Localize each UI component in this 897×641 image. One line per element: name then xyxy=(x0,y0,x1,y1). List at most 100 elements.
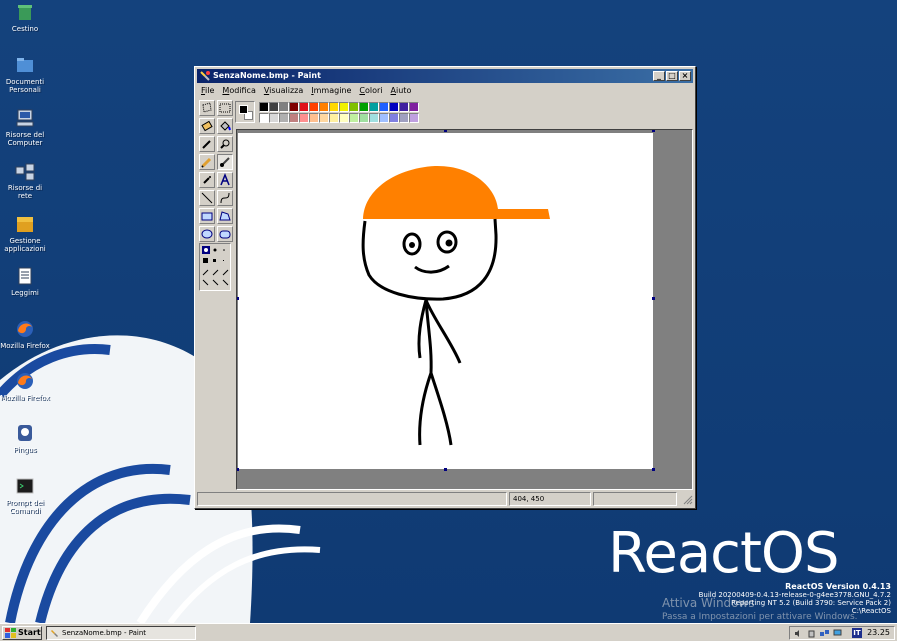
color-swatch[interactable] xyxy=(279,102,289,112)
desktop-icon-my-computer[interactable]: Risorse del Computer xyxy=(0,108,50,147)
airbrush-icon xyxy=(203,176,211,184)
body-left xyxy=(417,299,428,359)
menu-view[interactable]: Visualizza xyxy=(260,84,307,98)
canvas-area[interactable] xyxy=(236,129,693,490)
tool-text[interactable] xyxy=(217,172,233,188)
desktop-icon-recycle-bin[interactable]: Cestino xyxy=(0,2,50,33)
left-pupil xyxy=(409,242,415,248)
tool-rectangle[interactable] xyxy=(199,208,215,224)
color-swatch[interactable] xyxy=(299,113,309,123)
menu-help[interactable]: Aiuto xyxy=(387,84,416,98)
resize-handle-bottom-right[interactable] xyxy=(652,468,655,471)
color-swatch[interactable] xyxy=(309,113,319,123)
tool-curve[interactable] xyxy=(217,190,233,206)
tool-rounded-rect[interactable] xyxy=(217,226,233,242)
menu-file[interactable]: File xyxy=(197,84,218,98)
magnifier-icon xyxy=(220,139,230,149)
color-swatch[interactable] xyxy=(339,102,349,112)
color-swatch[interactable] xyxy=(399,102,409,112)
resize-handle-bottom-left[interactable] xyxy=(237,468,239,471)
language-indicator[interactable]: IT xyxy=(852,628,862,638)
color-swatch[interactable] xyxy=(289,113,299,123)
clock[interactable]: 23.25 xyxy=(867,627,890,639)
minimize-button[interactable]: _ xyxy=(653,71,665,81)
color-swatch[interactable] xyxy=(339,113,349,123)
title-bar[interactable]: SenzaNome.bmp - Paint _ □ × xyxy=(197,69,693,83)
start-button[interactable]: Start xyxy=(2,626,42,640)
color-swatch[interactable] xyxy=(349,102,359,112)
color-swatch[interactable] xyxy=(379,102,389,112)
tool-color-picker[interactable] xyxy=(199,136,215,152)
resize-handle-left[interactable] xyxy=(237,297,239,300)
color-swatch[interactable] xyxy=(289,102,299,112)
desktop-icon-firefox-2[interactable]: Mozilla Firefox xyxy=(0,371,50,402)
color-swatch[interactable] xyxy=(389,102,399,112)
free-select-icon xyxy=(202,102,212,113)
maximize-icon: □ xyxy=(668,71,676,80)
taskbar-item-paint[interactable]: SenzaNome.bmp - Paint xyxy=(46,626,196,640)
desktop-icon-app-manager[interactable]: Gestione applicazioni xyxy=(0,214,50,253)
tool-line[interactable] xyxy=(199,190,215,206)
display-tray-icon[interactable] xyxy=(833,629,842,638)
menu-edit[interactable]: Modifica xyxy=(218,84,259,98)
color-swatch[interactable] xyxy=(379,113,389,123)
color-swatch[interactable] xyxy=(259,102,269,112)
network-tray-icon[interactable] xyxy=(820,629,829,638)
resize-handle-top[interactable] xyxy=(444,130,447,132)
tool-polygon[interactable] xyxy=(217,208,233,224)
color-swatch[interactable] xyxy=(409,113,419,123)
color-swatch[interactable] xyxy=(269,113,279,123)
resize-handle-top-right[interactable] xyxy=(652,130,655,132)
color-swatch[interactable] xyxy=(279,113,289,123)
resize-handle-bottom[interactable] xyxy=(444,468,447,471)
tool-brush[interactable] xyxy=(217,154,233,170)
color-swatch[interactable] xyxy=(269,102,279,112)
tool-free-select[interactable] xyxy=(199,100,215,116)
color-swatch[interactable] xyxy=(349,113,359,123)
color-swatch[interactable] xyxy=(359,102,369,112)
tool-ellipse[interactable] xyxy=(199,226,215,242)
desktop-icon-pingus[interactable]: Pingus xyxy=(0,423,50,454)
menu-bar: File Modifica Visualizza Immagine Colori Aiut… xyxy=(197,84,693,98)
current-colors[interactable] xyxy=(235,101,255,123)
tool-options[interactable] xyxy=(199,243,231,291)
color-swatch[interactable] xyxy=(389,113,399,123)
tool-rect-select[interactable] xyxy=(217,100,233,116)
volume-icon[interactable] xyxy=(794,629,803,638)
color-swatch[interactable] xyxy=(369,102,379,112)
resize-handle-right[interactable] xyxy=(652,297,655,300)
mouth xyxy=(414,264,450,274)
menu-colors[interactable]: Colori xyxy=(355,84,386,98)
pingus-icon xyxy=(18,425,32,441)
desktop-icon-firefox-1[interactable]: Mozilla Firefox xyxy=(0,319,50,350)
menu-image[interactable]: Immagine xyxy=(307,84,355,98)
tool-eraser[interactable] xyxy=(199,118,215,134)
fill-bucket-icon xyxy=(220,121,231,131)
desktop-icon-my-documents[interactable]: Documenti Personali xyxy=(0,55,50,94)
rectangle-tool-icon xyxy=(201,212,213,221)
color-swatch[interactable] xyxy=(399,113,409,123)
color-swatch[interactable] xyxy=(259,113,269,123)
close-button[interactable]: × xyxy=(679,71,691,81)
color-swatch[interactable] xyxy=(329,113,339,123)
desktop-icon-network[interactable]: Risorse di rete xyxy=(0,161,50,200)
color-swatch[interactable] xyxy=(299,102,309,112)
color-swatch[interactable] xyxy=(369,113,379,123)
color-swatch[interactable] xyxy=(329,102,339,112)
maximize-button[interactable]: □ xyxy=(666,71,678,81)
tool-fill[interactable] xyxy=(217,118,233,134)
firefox-icon xyxy=(17,373,33,389)
size-grip-icon[interactable] xyxy=(681,493,693,505)
drawing-canvas[interactable] xyxy=(238,133,653,469)
color-swatch[interactable] xyxy=(319,113,329,123)
tool-magnifier[interactable] xyxy=(217,136,233,152)
color-swatch[interactable] xyxy=(359,113,369,123)
desktop-icon-readme[interactable]: Leggimi xyxy=(0,266,50,297)
color-swatch[interactable] xyxy=(319,102,329,112)
desktop-icon-command-prompt[interactable]: Prompt dei Comandi xyxy=(0,476,50,515)
color-swatch[interactable] xyxy=(309,102,319,112)
tool-airbrush[interactable] xyxy=(199,172,215,188)
color-swatch[interactable] xyxy=(409,102,419,112)
tool-pencil[interactable] xyxy=(199,154,215,170)
safely-remove-icon[interactable] xyxy=(807,629,816,638)
